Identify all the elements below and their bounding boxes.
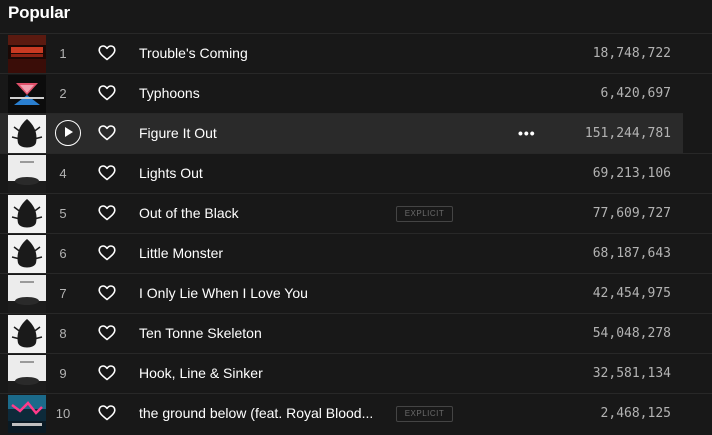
heart-outline-icon[interactable] — [98, 205, 116, 221]
heart-outline-icon[interactable] — [98, 405, 116, 421]
explicit-badge: EXPLICIT — [396, 206, 453, 222]
track-row[interactable]: 2 Typhoons 6,420,697 — [0, 73, 712, 113]
play-count: 68,187,643 — [592, 246, 671, 261]
track-number: 6 — [59, 246, 67, 261]
heart-outline-icon[interactable] — [98, 125, 116, 141]
explicit-badge: EXPLICIT — [396, 406, 453, 422]
track-title[interactable]: Lights Out — [139, 165, 203, 181]
play-circle-icon[interactable] — [55, 120, 81, 146]
track-number: 5 — [59, 206, 67, 221]
track-title[interactable]: Trouble's Coming — [139, 45, 248, 61]
album-art — [8, 155, 46, 193]
heart-outline-icon[interactable] — [98, 85, 116, 101]
popular-tracks-panel: Popular 1 Trouble's Coming 18,748,722 2 … — [0, 0, 712, 435]
track-number: 9 — [59, 366, 67, 381]
track-number: 7 — [59, 286, 67, 301]
track-title[interactable]: Out of the Black — [139, 205, 239, 221]
track-number: 10 — [55, 406, 71, 421]
track-title[interactable]: Ten Tonne Skeleton — [139, 325, 262, 341]
track-title[interactable]: Little Monster — [139, 245, 223, 261]
track-number: 1 — [59, 46, 67, 61]
track-row[interactable]: 10 the ground below (feat. Royal Blood..… — [0, 393, 712, 433]
track-number: 4 — [59, 166, 67, 181]
track-row[interactable]: 8 Ten Tonne Skeleton 54,048,278 — [0, 313, 712, 353]
track-row[interactable]: 1 Trouble's Coming 18,748,722 — [0, 33, 712, 73]
play-count: 42,454,975 — [592, 286, 671, 301]
track-row-active[interactable]: Figure It Out ••• 151,244,781 — [0, 113, 683, 153]
album-art — [8, 275, 46, 313]
play-count: 2,468,125 — [600, 406, 671, 421]
track-number: 2 — [59, 86, 67, 101]
play-count: 18,748,722 — [592, 46, 671, 61]
heart-outline-icon[interactable] — [98, 285, 116, 301]
track-row[interactable]: 7 I Only Lie When I Love You 42,454,975 — [0, 273, 712, 313]
heart-outline-icon[interactable] — [98, 325, 116, 341]
track-title[interactable]: Hook, Line & Sinker — [139, 365, 263, 381]
more-options-icon[interactable]: ••• — [518, 125, 536, 141]
album-art — [8, 35, 46, 73]
section-title: Popular — [8, 3, 70, 22]
track-number: 8 — [59, 326, 67, 341]
track-title[interactable]: the ground below (feat. Royal Blood... — [139, 405, 373, 421]
tracklist: 1 Trouble's Coming 18,748,722 2 Typhoons… — [0, 33, 712, 433]
track-title[interactable]: I Only Lie When I Love You — [139, 285, 308, 301]
play-count: 77,609,727 — [592, 206, 671, 221]
heart-outline-icon[interactable] — [98, 245, 116, 261]
heart-outline-icon[interactable] — [98, 45, 116, 61]
track-title[interactable]: Figure It Out — [139, 125, 217, 141]
track-row[interactable]: 6 Little Monster 68,187,643 — [0, 233, 712, 273]
track-row[interactable]: 4 Lights Out 69,213,106 — [0, 153, 712, 193]
album-art — [8, 75, 46, 113]
album-art — [8, 315, 46, 353]
play-count: 54,048,278 — [592, 326, 671, 341]
album-art — [8, 235, 46, 273]
track-row[interactable]: 5 Out of the Black EXPLICIT 77,609,727 — [0, 193, 712, 233]
track-title[interactable]: Typhoons — [139, 85, 200, 101]
track-row[interactable]: 9 Hook, Line & Sinker 32,581,134 — [0, 353, 712, 393]
album-art — [8, 195, 46, 233]
album-art — [8, 395, 46, 433]
play-count: 32,581,134 — [592, 366, 671, 381]
album-art — [8, 355, 46, 393]
heart-outline-icon[interactable] — [98, 365, 116, 381]
heart-outline-icon[interactable] — [98, 165, 116, 181]
play-count: 69,213,106 — [592, 166, 671, 181]
play-count: 151,244,781 — [584, 126, 671, 141]
album-art — [8, 115, 46, 153]
play-count: 6,420,697 — [600, 86, 671, 101]
